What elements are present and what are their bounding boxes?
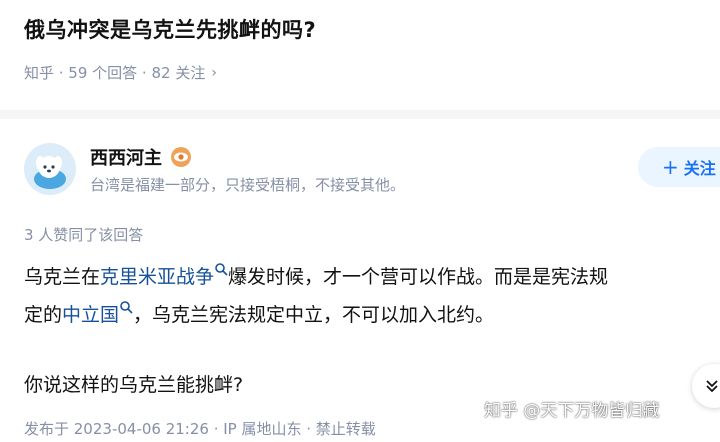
answer-line-2: 定的中立国 ，乌克兰宪法规定中立，不可以加入北约。: [24, 296, 720, 334]
eye-badge-icon: [171, 147, 191, 167]
search-icon[interactable]: [119, 300, 133, 314]
answer-text: 乌克兰在: [24, 266, 101, 288]
question-meta-text: 知乎 · 59 个回答 · 82 关注: [24, 64, 206, 82]
answer-paragraph-2: 你说这样的乌克兰能挑衅?: [24, 374, 244, 396]
answer-content: 乌克兰在克里米亚战争 爆发时候，才一个营可以作战。而是是宪法规 定的中立国 ，乌克兰…: [24, 258, 720, 334]
answer-text: 定的: [24, 304, 63, 326]
expand-button[interactable]: [692, 364, 720, 408]
author-bio: 台湾是福建一部分，只接受梧桐，不接受其他。: [90, 176, 406, 194]
question-title[interactable]: 俄乌冲突是乌克兰先挑衅的吗?: [24, 14, 316, 44]
author-name-row[interactable]: 西西河主: [90, 144, 192, 170]
link-crimean-war[interactable]: 克里米亚战争: [100, 266, 214, 288]
answer-text: ，乌克兰宪法规定中立，不可以加入北约。: [133, 304, 495, 326]
avatar[interactable]: [24, 143, 76, 195]
link-neutral-country[interactable]: 中立国: [62, 304, 119, 326]
section-divider: [0, 110, 720, 119]
upvote-count: 3 人赞同了该回答: [24, 226, 144, 244]
follow-button-label: 关注: [683, 159, 716, 178]
watermark: 知乎 @天下万物皆归藏: [484, 401, 660, 421]
post-footer: 发布于 2023-04-06 21:26 · IP 属地山东 · 禁止转载: [24, 420, 376, 438]
answer-line-1: 乌克兰在克里米亚战争 爆发时候，才一个营可以作战。而是是宪法规: [24, 258, 720, 296]
answer-text: 爆发时候，才一个营可以作战。而是是宪法规: [228, 266, 609, 288]
author-name[interactable]: 西西河主: [90, 144, 162, 170]
search-icon[interactable]: [214, 262, 228, 276]
chevron-right-icon: ›: [211, 64, 217, 81]
question-meta[interactable]: 知乎 · 59 个回答 · 82 关注 ›: [24, 62, 217, 83]
follow-button[interactable]: + 关注: [638, 147, 720, 187]
plus-icon: +: [662, 155, 679, 179]
chevron-down-icon: [706, 380, 718, 393]
